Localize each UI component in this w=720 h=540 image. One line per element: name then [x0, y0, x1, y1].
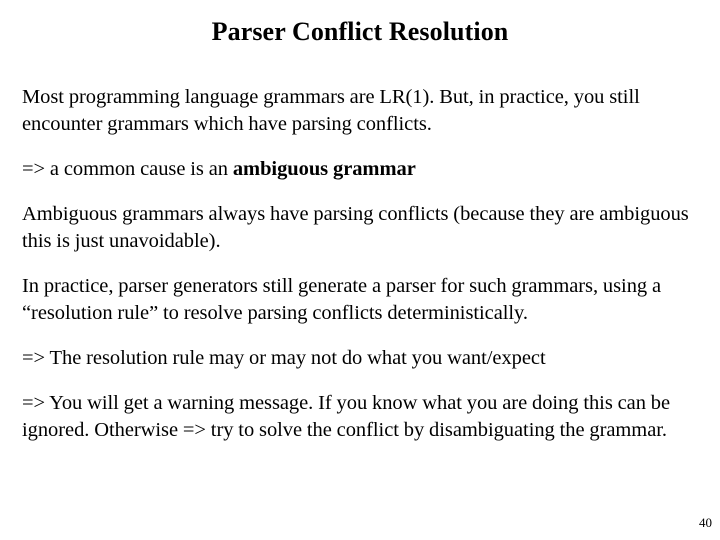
paragraph-ambiguous-grammars: Ambiguous grammars always have parsing c…: [22, 203, 689, 252]
page-title: Parser Conflict Resolution: [211, 17, 509, 46]
page-number: 40: [699, 515, 712, 530]
paragraph-intro: Most programming language grammars are L…: [22, 86, 640, 135]
paragraph-rule-expectation: => The resolution rule may or may not do…: [22, 347, 546, 369]
slide: Parser Conflict Resolution Most programm…: [0, 0, 720, 540]
paragraph-resolution-rule: In practice, parser generators still gen…: [22, 275, 662, 324]
paragraph-warning-message: => You will get a warning message. If yo…: [22, 392, 671, 441]
paragraph-common-cause-lead: => a common cause is an: [22, 158, 233, 180]
ambiguous-grammar-emphasis: ambiguous grammar: [232, 158, 416, 180]
paragraph-common-cause: => a common cause is an ambiguous gramma…: [22, 156, 716, 183]
slide-body: Most programming language grammars are L…: [22, 84, 716, 444]
